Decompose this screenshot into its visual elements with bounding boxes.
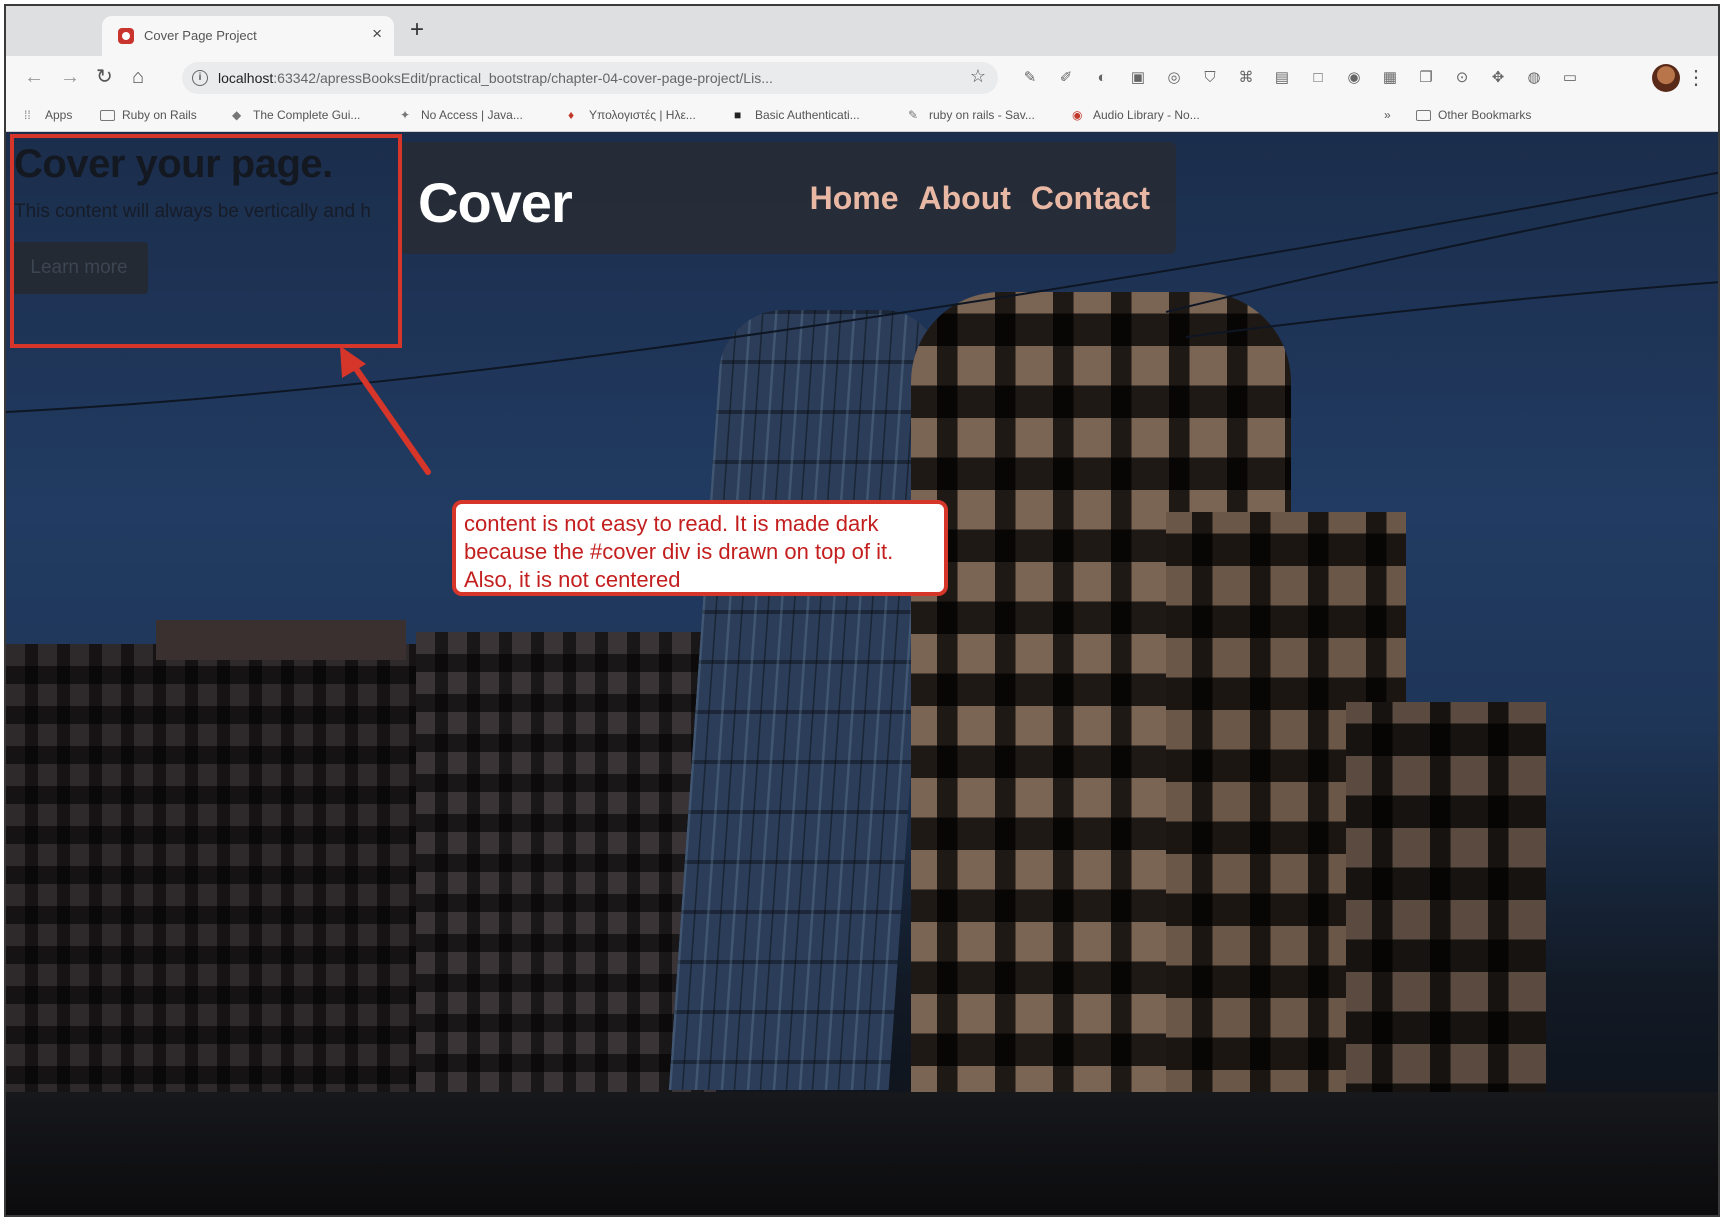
extension-copy-icon[interactable]: ❐ (1414, 66, 1438, 90)
site-icon: ◉ (1072, 108, 1083, 122)
extension-eye-icon[interactable]: ◉ (1342, 66, 1366, 90)
extension-bracket-icon[interactable]: ⌘ (1234, 66, 1258, 90)
extension-ring-icon[interactable]: ◎ (1162, 66, 1186, 90)
bookmark-label: Υπολογιστές | Ηλε... (589, 108, 696, 122)
page-viewport: Cover your page. This content will alway… (6, 132, 1718, 1215)
annotation-callout: content is not easy to read. It is made … (452, 500, 948, 596)
bookmark-label: Basic Authenticati... (755, 108, 860, 122)
bookmark-label: ruby on rails - Sav... (929, 108, 1035, 122)
extension-pen-icon[interactable]: ✎ (1018, 66, 1042, 90)
site-icon: ■ (734, 108, 742, 122)
browser-toolbar: ← → ↻ ⌂ i localhost:63342/apressBooksEdi… (6, 56, 1718, 100)
folder-icon (100, 109, 115, 121)
site-icon: ✎ (908, 108, 919, 122)
extension-folder-icon[interactable]: ▦ (1378, 66, 1402, 90)
folder-icon (1416, 109, 1431, 121)
extension-cast-icon[interactable]: ▭ (1558, 66, 1582, 90)
tab-close-icon[interactable]: × (372, 24, 382, 44)
extension-circle-icon[interactable]: ◐ (1090, 66, 1114, 90)
active-tab[interactable]: Cover Page Project × (102, 16, 394, 56)
bookmark-star-icon[interactable]: ☆ (970, 66, 986, 87)
url-host: localhost (218, 70, 274, 86)
bookmark-ypologistes[interactable]: ♦ Υπολογιστές | Ηλε... (568, 108, 696, 122)
extension-move-icon[interactable]: ✥ (1486, 66, 1510, 90)
bookmarks-overflow[interactable]: » (1384, 108, 1391, 122)
home-icon[interactable]: ⌂ (132, 65, 144, 89)
bookmark-ruby-on-rails[interactable]: Ruby on Rails (100, 108, 197, 122)
extension-square-icon[interactable]: ▣ (1126, 66, 1150, 90)
bookmark-label: Other Bookmarks (1438, 108, 1532, 122)
back-icon[interactable]: ← (24, 65, 44, 89)
bookmarks-bar: ⁞⁞ Apps Ruby on Rails ◆ The Complete Gui… (6, 100, 1718, 132)
url-text: localhost:63342/apressBooksEdit/practica… (218, 70, 773, 86)
extension-target-icon[interactable]: ⊙ (1450, 66, 1474, 90)
extension-badge-icon[interactable]: ◍ (1522, 66, 1546, 90)
site-icon: ◆ (232, 108, 242, 122)
bookmark-label: No Access | Java... (421, 108, 523, 122)
tab-strip: Cover Page Project × + (6, 6, 1718, 56)
address-bar[interactable]: i localhost:63342/apressBooksEdit/practi… (182, 62, 998, 94)
extension-tool-icon[interactable]: ✐ (1054, 66, 1078, 90)
browser-window: Cover Page Project × + ← → ↻ ⌂ i localho… (4, 4, 1720, 1217)
extension-shield-icon[interactable]: ⛉ (1198, 66, 1222, 90)
forward-icon[interactable]: → (60, 65, 80, 89)
reload-icon[interactable]: ↻ (96, 65, 113, 89)
site-icon: ✦ (400, 108, 411, 122)
annotation-arrow-icon (340, 346, 431, 475)
tab-favicon-icon (118, 28, 134, 44)
tab-title: Cover Page Project (144, 28, 257, 43)
site-icon: ♦ (568, 108, 575, 122)
bookmark-label: Ruby on Rails (122, 108, 197, 122)
extension-image-icon[interactable]: ▤ (1270, 66, 1294, 90)
extension-blank-icon[interactable]: □ (1306, 66, 1330, 90)
bookmark-basic-auth[interactable]: ■ Basic Authenticati... (734, 108, 860, 122)
bookmark-label: The Complete Gui... (253, 108, 361, 122)
bookmark-ruby-on-rails-sav[interactable]: ✎ ruby on rails - Sav... (908, 108, 1035, 122)
bookmark-no-access-java[interactable]: ✦ No Access | Java... (400, 108, 523, 122)
apps-grid-icon: ⁞⁞ (24, 108, 31, 122)
bookmark-label: » (1384, 108, 1391, 122)
menu-kebab-icon[interactable]: ⋮ (1686, 65, 1706, 90)
bookmark-apps[interactable]: ⁞⁞ Apps (24, 108, 72, 122)
profile-avatar[interactable] (1652, 64, 1680, 92)
site-info-icon[interactable]: i (192, 70, 208, 86)
new-tab-button[interactable]: + (410, 18, 424, 42)
extension-icons: ✎ ✐ ◐ ▣ ◎ ⛉ ⌘ ▤ □ ◉ ▦ ❐ ⊙ ✥ ◍ ▭ (1018, 66, 1582, 90)
bookmark-audio-library[interactable]: ◉ Audio Library - No... (1072, 108, 1200, 122)
bookmark-other[interactable]: Other Bookmarks (1416, 108, 1531, 122)
bookmark-label: Apps (45, 108, 73, 122)
url-path: :63342/apressBooksEdit/practical_bootstr… (273, 70, 773, 86)
bookmark-complete-guide[interactable]: ◆ The Complete Gui... (232, 108, 360, 122)
bookmark-label: Audio Library - No... (1093, 108, 1200, 122)
